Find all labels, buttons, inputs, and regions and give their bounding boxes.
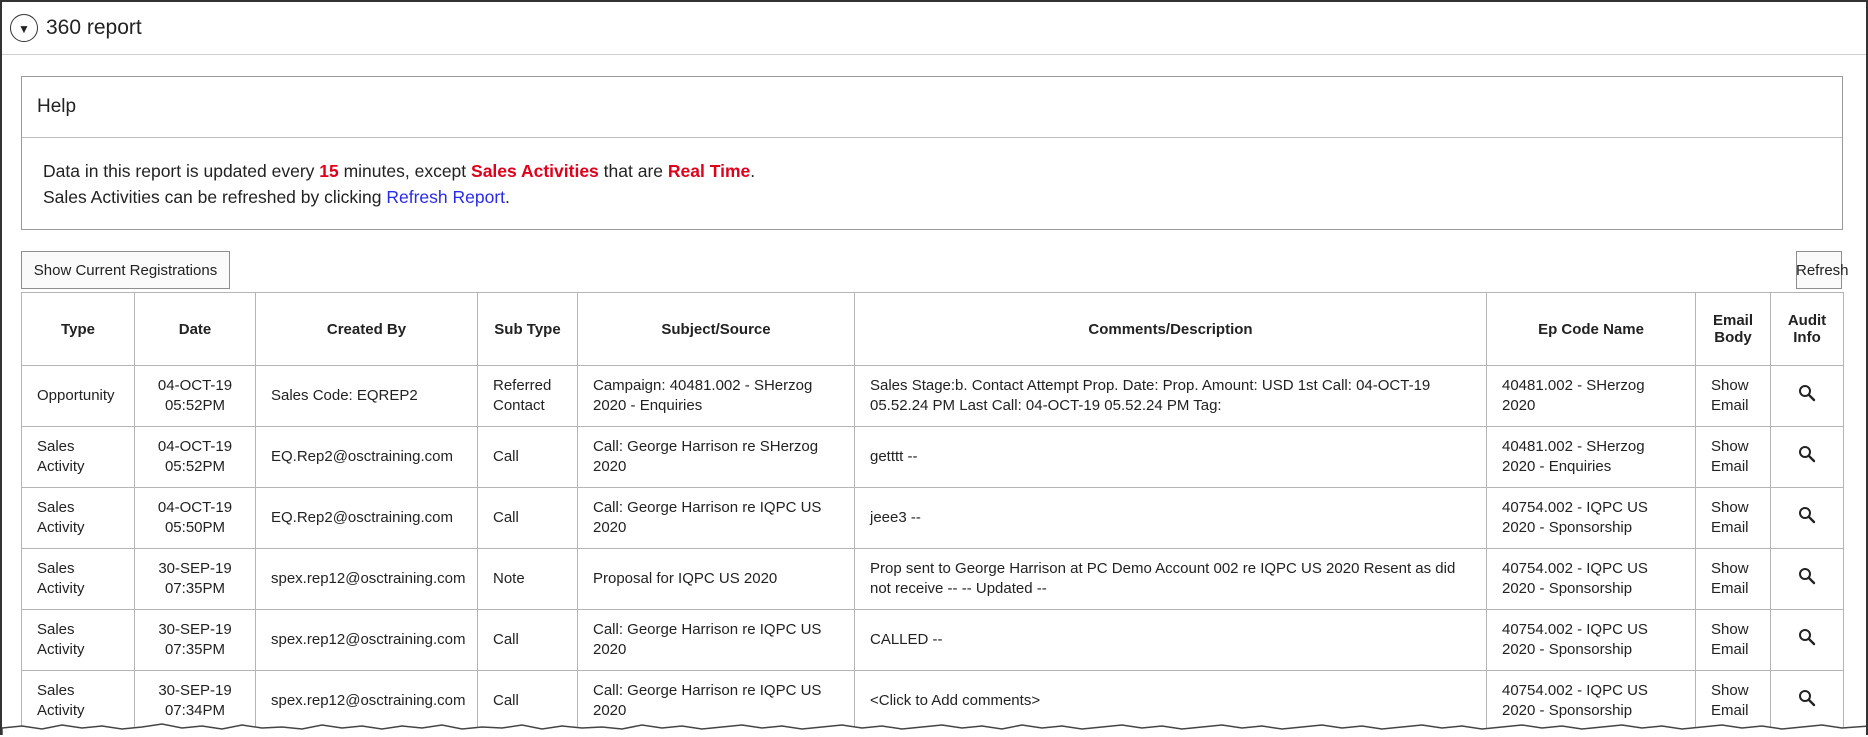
column-header-date[interactable]: Date: [134, 292, 256, 366]
cell-date: 30-SEP-19 07:35PM: [134, 609, 256, 671]
cell-ep-code: 40754.002 - IQPC US 2020 - Sponsorship: [1486, 548, 1696, 610]
help-text-part: .: [505, 187, 510, 207]
cell-comments: jeee3 --: [854, 487, 1487, 549]
cell-type: Sales Activity: [21, 426, 135, 488]
cell-date: 04-OCT-19 05:50PM: [134, 487, 256, 549]
cell-created-by: spex.rep12@osctraining.com: [255, 609, 478, 671]
help-text-part: Sales Activities can be refreshed by cli…: [43, 187, 387, 207]
magnifier-icon[interactable]: [1798, 506, 1816, 530]
table-row[interactable]: Sales Activity 04-OCT-19 05:50PM EQ.Rep2@o…: [21, 487, 1844, 549]
magnifier-icon[interactable]: [1798, 628, 1816, 652]
cell-comments: Prop sent to George Harrison at PC Demo …: [854, 548, 1487, 610]
cell-email-body[interactable]: Show Email: [1695, 426, 1771, 488]
help-text-part: Data in this report is updated every: [43, 161, 320, 181]
update-interval: 15: [319, 161, 339, 181]
cell-subject: Proposal for IQPC US 2020: [577, 548, 855, 610]
table-row[interactable]: Sales Activity 30-SEP-19 07:35PM spex.rep1…: [21, 609, 1844, 671]
cell-created-by: EQ.Rep2@osctraining.com: [255, 487, 478, 549]
cell-audit-info: [1770, 365, 1844, 427]
cell-sub-type: Referred Contact: [477, 365, 578, 427]
column-header-ep-code[interactable]: Ep Code Name: [1486, 292, 1696, 366]
cell-type: Opportunity: [21, 365, 135, 427]
cell-comments: Sales Stage:b. Contact Attempt Prop. Dat…: [854, 365, 1487, 427]
help-line-1: Data in this report is updated every 15 …: [43, 158, 1842, 184]
refresh-button[interactable]: Refresh: [1796, 251, 1849, 289]
sales-activities-highlight: Sales Activities: [471, 161, 599, 181]
report-header: ▼ 360 report: [2, 2, 1866, 55]
cell-audit-info: [1770, 548, 1844, 610]
column-header-audit-info[interactable]: Audit Info: [1770, 292, 1844, 366]
cell-type: Sales Activity: [21, 609, 135, 671]
column-header-created-by[interactable]: Created By: [255, 292, 478, 366]
cell-email-body[interactable]: Show Email: [1695, 609, 1771, 671]
help-text-part: minutes, except: [338, 161, 472, 181]
magnifier-icon[interactable]: [1798, 689, 1816, 713]
real-time-highlight: Real Time: [667, 161, 751, 181]
cell-email-body[interactable]: Show Email: [1695, 365, 1771, 427]
magnifier-icon[interactable]: [1798, 384, 1816, 408]
magnifier-icon[interactable]: [1798, 567, 1816, 591]
torn-edge: [2, 723, 1866, 735]
column-header-subject[interactable]: Subject/Source: [577, 292, 855, 366]
help-title: Help: [22, 77, 1842, 138]
column-header-comments[interactable]: Comments/Description: [854, 292, 1487, 366]
cell-sub-type: Call: [477, 426, 578, 488]
cell-email-body[interactable]: Show Email: [1695, 487, 1771, 549]
refresh-report-link[interactable]: Refresh Report: [386, 187, 505, 207]
table-header-row: Type Date Created By Sub Type Subject/So…: [21, 292, 1844, 366]
cell-created-by: spex.rep12@osctraining.com: [255, 548, 478, 610]
cell-ep-code: 40754.002 - IQPC US 2020 - Sponsorship: [1486, 487, 1696, 549]
help-line-2: Sales Activities can be refreshed by cli…: [43, 184, 1842, 210]
cell-subject: Call: George Harrison re SHerzog 2020: [577, 426, 855, 488]
help-panel: Help Data in this report is updated ever…: [21, 76, 1843, 230]
collapse-toggle-button[interactable]: ▼: [10, 14, 38, 42]
cell-subject: Campaign: 40481.002 - SHerzog 2020 - Enq…: [577, 365, 855, 427]
triangle-down-icon: ▼: [18, 22, 30, 36]
show-current-registrations-button[interactable]: Show Current Registrations: [21, 251, 230, 289]
cell-date: 30-SEP-19 07:35PM: [134, 548, 256, 610]
report-title: 360 report: [46, 16, 142, 39]
cell-sub-type: Call: [477, 487, 578, 549]
cell-subject: Call: George Harrison re IQPC US 2020: [577, 487, 855, 549]
cell-sub-type: Call: [477, 609, 578, 671]
cell-date: 04-OCT-19 05:52PM: [134, 426, 256, 488]
cell-audit-info: [1770, 487, 1844, 549]
column-header-email-body[interactable]: Email Body: [1695, 292, 1771, 366]
cell-comments: CALLED --: [854, 609, 1487, 671]
help-text-part: that are: [598, 161, 668, 181]
report-panel: ▼ 360 report Help Data in this report is…: [0, 0, 1868, 735]
table-row[interactable]: Sales Activity 30-SEP-19 07:35PM spex.rep1…: [21, 548, 1844, 610]
refresh-button-label: Refresh: [1796, 261, 1849, 279]
help-text: Data in this report is updated every 15 …: [22, 138, 1842, 210]
cell-date: 04-OCT-19 05:52PM: [134, 365, 256, 427]
cell-ep-code: 40481.002 - SHerzog 2020 - Enquiries: [1486, 426, 1696, 488]
cell-created-by: Sales Code: EQREP2: [255, 365, 478, 427]
cell-email-body[interactable]: Show Email: [1695, 548, 1771, 610]
cell-type: Sales Activity: [21, 487, 135, 549]
cell-comments: getttt --: [854, 426, 1487, 488]
column-header-sub-type[interactable]: Sub Type: [477, 292, 578, 366]
cell-ep-code: 40754.002 - IQPC US 2020 - Sponsorship: [1486, 609, 1696, 671]
cell-type: Sales Activity: [21, 548, 135, 610]
cell-subject: Call: George Harrison re IQPC US 2020: [577, 609, 855, 671]
column-header-type[interactable]: Type: [21, 292, 135, 366]
cell-audit-info: [1770, 609, 1844, 671]
help-text-part: .: [750, 161, 756, 181]
magnifier-icon[interactable]: [1798, 445, 1816, 469]
cell-audit-info: [1770, 426, 1844, 488]
cell-created-by: EQ.Rep2@osctraining.com: [255, 426, 478, 488]
cell-sub-type: Note: [477, 548, 578, 610]
table-row[interactable]: Opportunity 04-OCT-19 05:52PM Sales Code: …: [21, 365, 1844, 427]
cell-ep-code: 40481.002 - SHerzog 2020: [1486, 365, 1696, 427]
activity-table: Type Date Created By Sub Type Subject/So…: [21, 292, 1844, 732]
table-row[interactable]: Sales Activity 04-OCT-19 05:52PM EQ.Rep2@o…: [21, 426, 1844, 488]
